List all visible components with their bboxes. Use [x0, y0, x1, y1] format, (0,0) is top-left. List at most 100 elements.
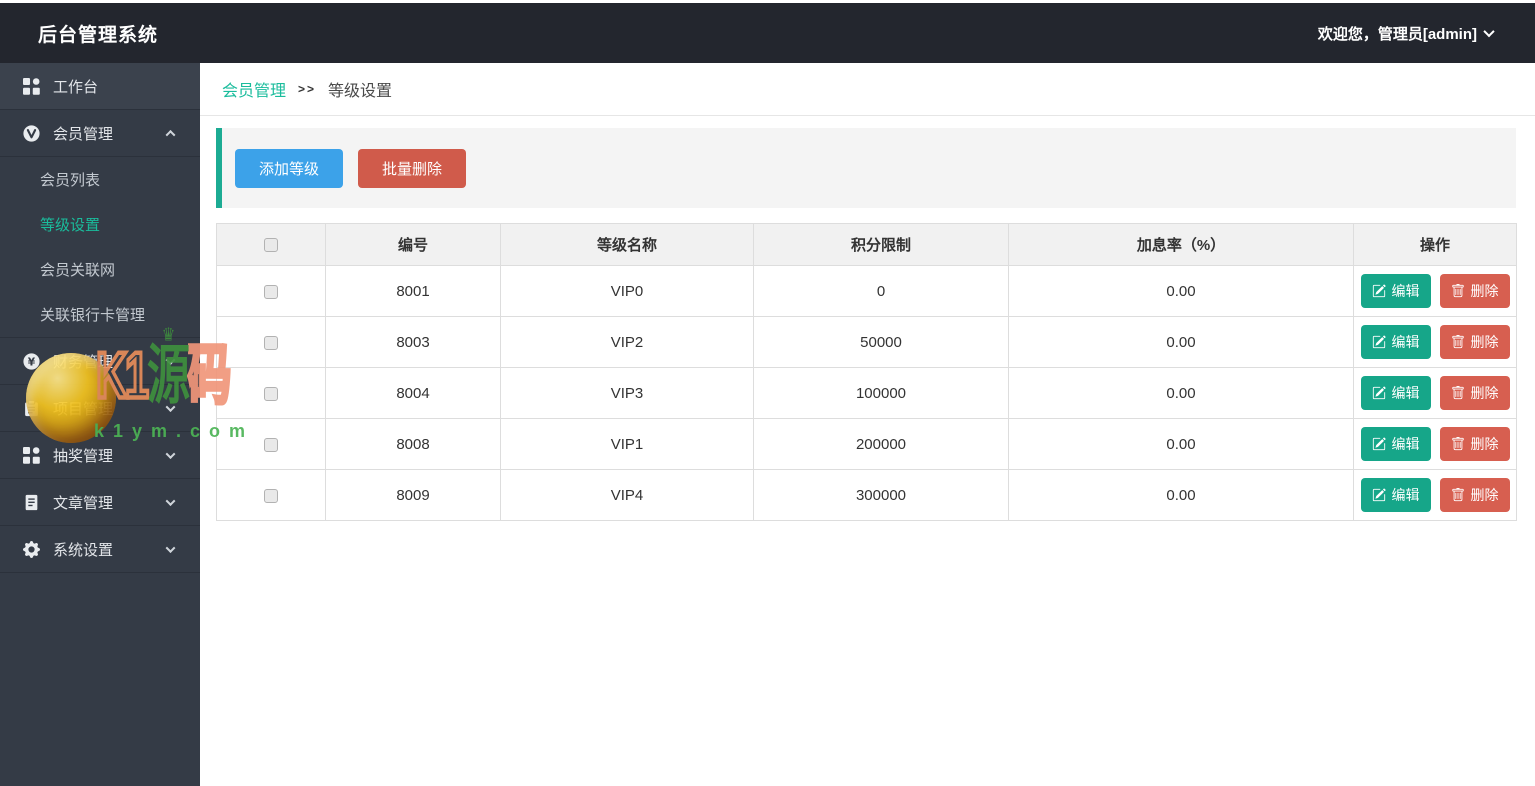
sidebar-item-6[interactable]: 系统设置	[0, 526, 200, 573]
trash-icon	[1451, 437, 1465, 451]
column-header: 操作	[1353, 223, 1517, 266]
article-icon	[22, 493, 40, 511]
cell-id: 8008	[325, 418, 501, 470]
add-level-button[interactable]: 添加等级	[235, 148, 344, 188]
row-checkbox[interactable]	[264, 335, 278, 350]
sidebar-subitem-1-3[interactable]: 关联银行卡管理	[0, 292, 200, 337]
member-badge-icon	[22, 124, 40, 142]
edit-icon	[1372, 437, 1386, 451]
cell-interest-rate: 0.00	[1008, 265, 1354, 317]
row-checkbox[interactable]	[264, 386, 278, 401]
sidebar-subitem-label: 会员关联网	[40, 262, 116, 279]
sidebar-subitem-1-2[interactable]: 会员关联网	[0, 247, 200, 292]
cell-interest-rate: 0.00	[1008, 316, 1354, 368]
user-menu[interactable]: 欢迎您，管理员[admin]	[1317, 23, 1495, 44]
cell-operations: 编辑 删除	[1353, 469, 1517, 521]
delete-button[interactable]: 删除	[1439, 427, 1510, 461]
edit-icon	[1372, 488, 1386, 502]
grid-icon	[22, 77, 40, 95]
sidebar-item-5[interactable]: 文章管理	[0, 479, 200, 526]
sidebar-subitem-1-1-active[interactable]: 等级设置	[0, 202, 200, 247]
column-header: 等级名称	[500, 223, 754, 266]
delete-button[interactable]: 删除	[1439, 274, 1510, 308]
cell-points-limit: 50000	[753, 316, 1009, 368]
sidebar-item-0[interactable]: 工作台	[0, 63, 200, 110]
cell-level-name: VIP3	[500, 367, 754, 419]
sidebar-item-2[interactable]: ¥ 财务管理	[0, 338, 200, 385]
trash-icon	[1451, 335, 1465, 349]
welcome-text: 欢迎您，管理员[admin]	[1317, 25, 1477, 43]
edit-button[interactable]: 编辑	[1360, 376, 1431, 410]
chevron-up-icon	[165, 129, 176, 140]
clipboard-icon	[22, 399, 40, 417]
row-checkbox[interactable]	[264, 284, 278, 299]
edit-button[interactable]: 编辑	[1360, 325, 1431, 359]
edit-button[interactable]: 编辑	[1360, 274, 1431, 308]
chevron-down-icon	[165, 542, 176, 553]
chevron-down-icon	[165, 448, 176, 459]
sidebar-menu: 工作台会员管理会员列表等级设置会员关联网关联银行卡管理 ¥ 财务管理项目管理抽奖管理…	[0, 63, 200, 573]
lottery-grid-icon	[22, 446, 40, 464]
delete-button[interactable]: 删除	[1439, 325, 1510, 359]
edit-button[interactable]: 编辑	[1360, 478, 1431, 512]
cell-operations: 编辑 删除	[1353, 418, 1517, 470]
table-row: 8008 VIP1 200000 0.00 编辑 删除	[216, 418, 1517, 470]
cell-level-name: VIP0	[500, 265, 754, 317]
sidebar-item-label: 抽奖管理	[53, 447, 114, 465]
breadcrumb-parent-link[interactable]: 会员管理	[222, 77, 286, 101]
cell-id: 8003	[325, 316, 501, 368]
cell-interest-rate: 0.00	[1008, 418, 1354, 470]
cell-level-name: VIP2	[500, 316, 754, 368]
cell-level-name: VIP4	[500, 469, 754, 521]
row-checkbox[interactable]	[264, 488, 278, 503]
table-row: 8001 VIP0 0 0.00 编辑 删除	[216, 265, 1517, 317]
cell-operations: 编辑 删除	[1353, 265, 1517, 317]
select-all-checkbox[interactable]	[264, 238, 278, 253]
gear-icon	[22, 540, 40, 558]
sidebar-item-label: 财务管理	[53, 353, 114, 371]
cell-points-limit: 0	[753, 265, 1009, 317]
chevron-down-icon	[165, 354, 176, 365]
table-row: 8003 VIP2 50000 0.00 编辑 删除	[216, 316, 1517, 368]
sidebar-subitem-label: 会员列表	[40, 172, 101, 189]
cell-id: 8001	[325, 265, 501, 317]
batch-delete-button[interactable]: 批量删除	[358, 148, 467, 188]
table-row: 8009 VIP4 300000 0.00 编辑 删除	[216, 469, 1517, 521]
sidebar-item-label: 工作台	[53, 78, 99, 96]
breadcrumb: 会员管理 >> 等级设置	[200, 63, 1535, 116]
sidebar-item-label: 会员管理	[53, 125, 114, 143]
admin-app: 后台管理系统 欢迎您，管理员[admin] 工作台 会员管理 会员列表 等级设置 会员关…	[0, 0, 1535, 786]
cell-points-limit: 100000	[753, 367, 1009, 419]
edit-button[interactable]: 编辑	[1360, 427, 1431, 461]
row-checkbox[interactable]	[264, 437, 278, 452]
cell-id: 8004	[325, 367, 501, 419]
edit-icon	[1372, 335, 1386, 349]
chevron-down-icon	[165, 495, 176, 506]
levels-table: 编号 等级名称 积分限制 加息率（%） 操作 8001 VIP0 0 0.00 编辑 删除 8003…	[216, 223, 1517, 521]
cell-points-limit: 300000	[753, 469, 1009, 521]
cell-interest-rate: 0.00	[1008, 367, 1354, 419]
edit-icon	[1372, 284, 1386, 298]
chevron-down-icon	[1483, 25, 1495, 38]
column-header: 编号	[325, 223, 501, 266]
breadcrumb-current: 等级设置	[328, 83, 393, 100]
table-header: 编号 等级名称 积分限制 加息率（%） 操作	[216, 223, 1517, 266]
cell-level-name: VIP1	[500, 418, 754, 470]
cell-operations: 编辑 删除	[1353, 367, 1517, 419]
cell-id: 8009	[325, 469, 501, 521]
delete-button[interactable]: 删除	[1439, 478, 1510, 512]
sidebar-item-1[interactable]: 会员管理	[0, 110, 200, 157]
sidebar-item-3[interactable]: 项目管理	[0, 385, 200, 432]
finance-icon: ¥	[22, 352, 40, 370]
delete-button[interactable]: 删除	[1439, 376, 1510, 410]
cell-operations: 编辑 删除	[1353, 316, 1517, 368]
sidebar-subitem-1-0[interactable]: 会员列表	[0, 157, 200, 202]
sidebar: 工作台会员管理会员列表等级设置会员关联网关联银行卡管理 ¥ 财务管理项目管理抽奖管理…	[0, 63, 200, 786]
column-header: 加息率（%）	[1008, 223, 1354, 266]
table-row: 8004 VIP3 100000 0.00 编辑 删除	[216, 367, 1517, 419]
table-body: 8001 VIP0 0 0.00 编辑 删除 8003 VIP2 50000 0.00 编辑 删除 80…	[216, 265, 1517, 521]
trash-icon	[1451, 284, 1465, 298]
sidebar-item-4[interactable]: 抽奖管理	[0, 432, 200, 479]
chevron-down-icon	[165, 401, 176, 412]
sidebar-subitem-label: 等级设置	[40, 217, 101, 234]
